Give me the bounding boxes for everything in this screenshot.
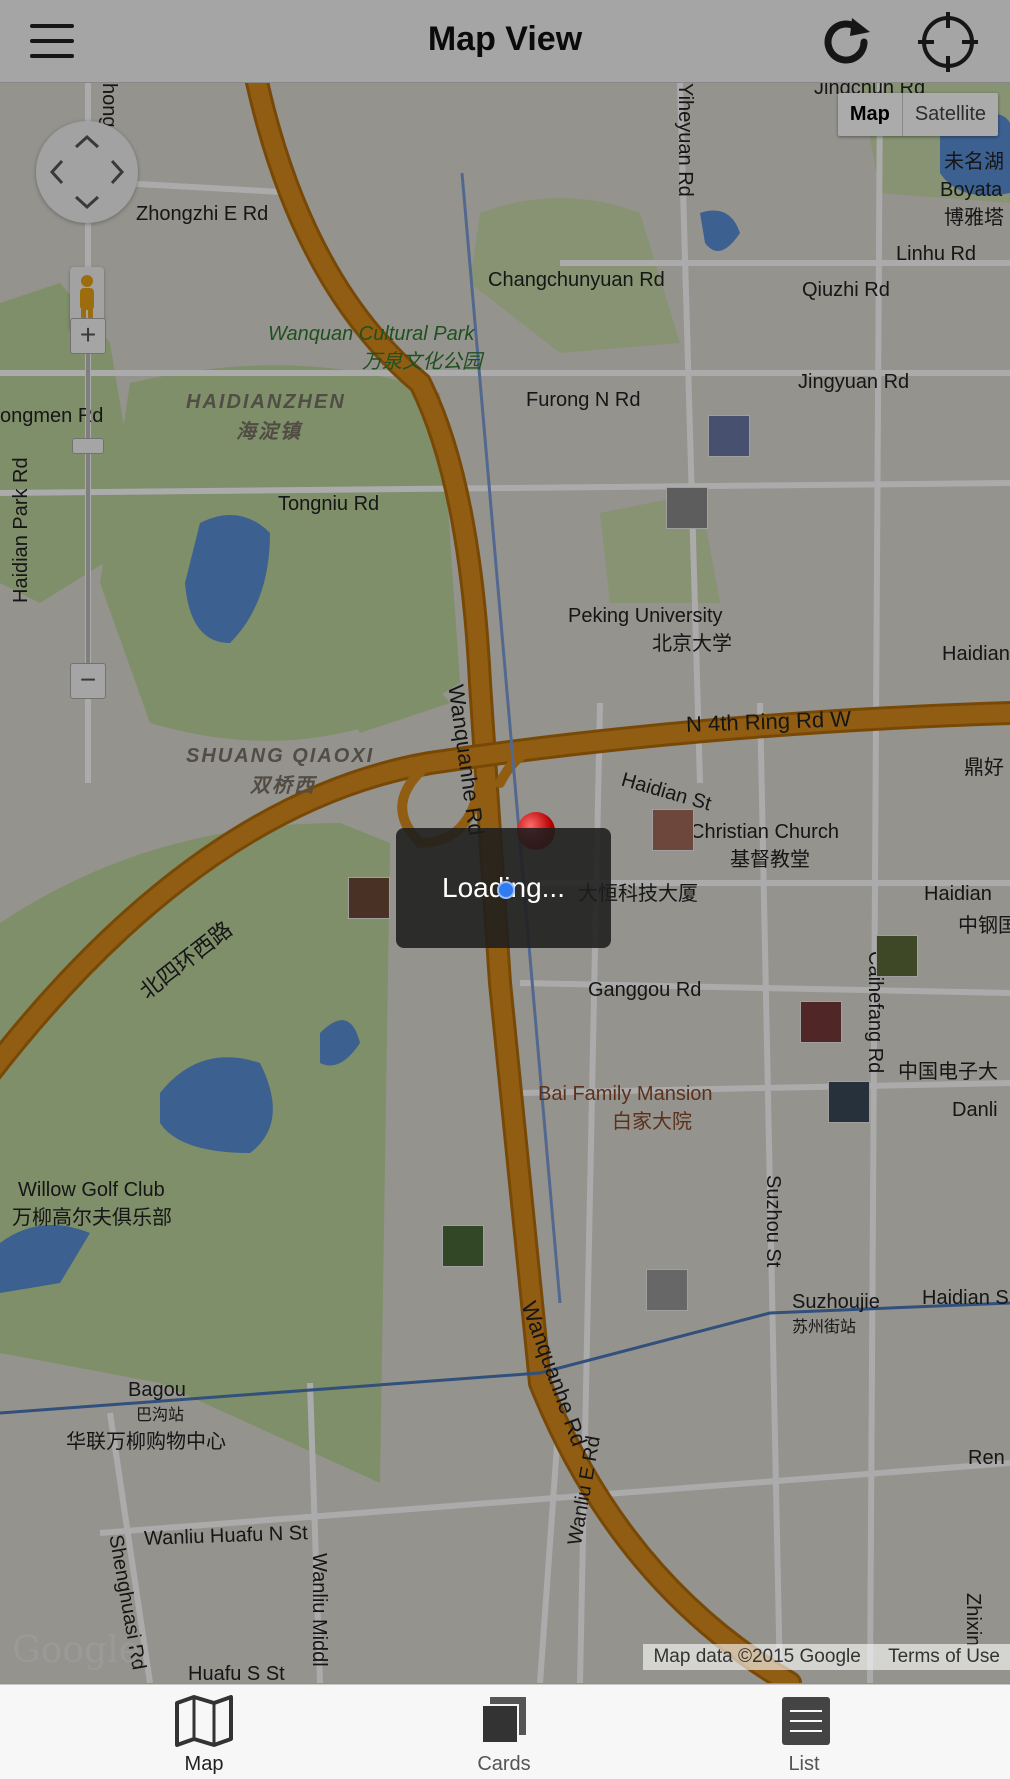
map-type-map-button[interactable]: Map (838, 93, 903, 136)
map-attribution: Map data ©2015 Google Terms of Use (643, 1644, 1010, 1670)
zoom-out-button[interactable]: − (70, 663, 106, 699)
zoom-slider-thumb[interactable] (72, 438, 104, 454)
map-type-control: Map Satellite (837, 93, 998, 136)
tab-map[interactable]: Map (104, 1685, 304, 1779)
road-label: Wanliu Middl (308, 1553, 330, 1667)
map-icon (175, 1695, 233, 1747)
road-label: Changchunyuan Rd (488, 269, 665, 291)
road-label: Zhixin (962, 1593, 984, 1647)
station-label: Bagou (128, 1379, 186, 1401)
place-label: Willow Golf Club (18, 1179, 165, 1201)
road-label: Haidian S (922, 1287, 1009, 1309)
place-label: Boyata (940, 179, 1003, 201)
pan-arrows-icon (49, 134, 125, 210)
locate-icon[interactable] (918, 12, 978, 72)
tab-label: Cards (477, 1753, 531, 1775)
photo-marker[interactable] (646, 1269, 688, 1311)
map-data-text: Map data ©2015 Google (653, 1646, 861, 1667)
top-bar: Map View (0, 0, 1010, 83)
water-body (700, 210, 740, 251)
place-label: Bai Family Mansion (538, 1083, 713, 1105)
place-label: 中钢国 (958, 915, 1010, 937)
photo-marker[interactable] (708, 415, 750, 457)
road-label: Ganggou Rd (588, 979, 702, 1001)
cards-icon (481, 1697, 526, 1744)
station-label: Suzhoujie (792, 1291, 880, 1313)
road-label: Zhongzhi E Rd (136, 203, 269, 225)
place-label: 华联万柳购物中心 (66, 1431, 226, 1453)
place-label: 鼎好 (964, 757, 1004, 779)
list-icon (782, 1697, 830, 1745)
photo-marker[interactable] (828, 1081, 870, 1123)
tab-cards[interactable]: Cards (404, 1685, 604, 1779)
road-label: Qiuzhi Rd (802, 279, 890, 301)
map-type-satellite-button[interactable]: Satellite (903, 93, 998, 136)
place-label: 白家大院 (612, 1111, 692, 1133)
photo-marker[interactable] (800, 1001, 842, 1043)
place-label: Christian Church (690, 821, 839, 843)
road-label: Haidian (942, 643, 1010, 665)
photo-marker[interactable] (876, 935, 918, 977)
road-label: Ren (968, 1447, 1005, 1469)
photo-marker[interactable] (348, 877, 390, 919)
park-label: 万泉文化公园 (362, 351, 482, 373)
park-label: Wanquan Cultural Park (268, 323, 475, 345)
road-label: Yiheyuan Rd (674, 83, 696, 197)
road-label: Huafu S St (188, 1663, 285, 1683)
bottom-tab-bar: Map Cards List (0, 1684, 1010, 1779)
terms-of-use-link[interactable]: Terms of Use (888, 1646, 1000, 1667)
google-logo: Google (12, 1630, 140, 1671)
district-label: 海淀镇 (236, 421, 302, 443)
place-label: 北京大学 (652, 633, 732, 655)
road-label: Danli (952, 1099, 998, 1121)
road-label: Tongniu Rd (278, 493, 380, 515)
road-label: Haidian Park Rd (10, 457, 32, 603)
place-label: 万柳高尔夫俱乐部 (12, 1207, 172, 1229)
current-location-dot (497, 881, 515, 899)
district-label: HAIDIANZHEN (186, 391, 346, 413)
road-label: Haidian (924, 883, 992, 905)
zoom-slider-track[interactable] (86, 348, 90, 698)
place-label: Peking University (568, 605, 723, 627)
park-area (0, 823, 390, 1483)
district-label: 双桥西 (250, 775, 316, 797)
road-label: Suzhou St (762, 1175, 784, 1268)
road-label: Linhu Rd (896, 243, 977, 265)
tab-label: Map (184, 1753, 224, 1775)
place-label: 中国电子大 (898, 1061, 998, 1083)
road-label: Furong N Rd (526, 389, 641, 411)
road-label: Jingyuan Rd (798, 371, 910, 393)
district-label: SHUANG QIAOXI (186, 745, 375, 767)
place-label: 博雅塔 (944, 207, 1004, 229)
tab-label: List (788, 1753, 820, 1775)
place-label: 基督教堂 (730, 849, 810, 871)
pan-control[interactable] (36, 121, 138, 223)
tab-list[interactable]: List (704, 1685, 904, 1779)
place-label: 未名湖 (944, 151, 1004, 173)
photo-marker[interactable] (442, 1225, 484, 1267)
photo-marker[interactable] (652, 809, 694, 851)
station-label: 苏州街站 (792, 1319, 857, 1336)
station-label: 巴沟站 (136, 1407, 185, 1424)
photo-marker[interactable] (666, 487, 708, 529)
refresh-icon[interactable] (818, 14, 874, 70)
zoom-in-button[interactable]: + (70, 318, 106, 354)
